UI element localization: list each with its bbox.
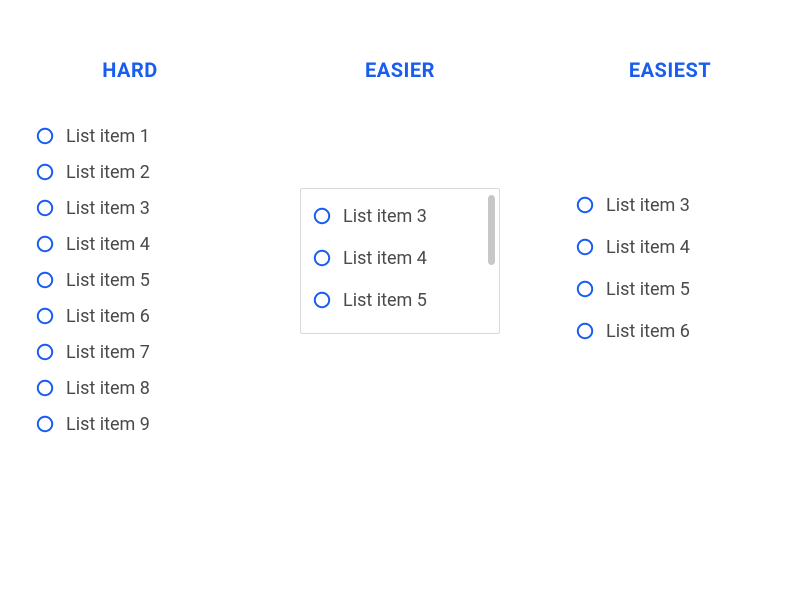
radio-icon (36, 343, 54, 361)
list-item[interactable]: List item 3 (576, 188, 770, 222)
radio-icon (36, 415, 54, 433)
easier-scroll-box[interactable]: List item 3 List item 4 List item 5 List… (300, 188, 500, 334)
radio-icon (36, 307, 54, 325)
list-item-label: List item 7 (66, 342, 150, 363)
list-item[interactable]: List item 9 (36, 410, 230, 438)
list-item[interactable]: List item 6 (313, 325, 489, 334)
list-item[interactable]: List item 4 (313, 241, 489, 275)
list-item-label: List item 9 (66, 414, 150, 435)
column-hard-header: HARD (102, 58, 158, 82)
column-easier-header: EASIER (365, 58, 435, 82)
radio-icon (576, 196, 594, 214)
list-item[interactable]: List item 3 (313, 199, 489, 233)
list-item-label: List item 5 (66, 270, 150, 291)
list-item[interactable]: List item 6 (576, 314, 770, 348)
list-item-label: List item 3 (343, 206, 427, 227)
hard-list: List item 1 List item 2 List item 3 List… (30, 122, 230, 438)
list-item[interactable]: List item 4 (36, 230, 230, 258)
radio-icon (36, 379, 54, 397)
list-item[interactable]: List item 7 (36, 338, 230, 366)
list-item[interactable]: List item 4 (576, 230, 770, 264)
list-item[interactable]: List item 1 (36, 122, 230, 150)
radio-icon (576, 238, 594, 256)
list-item-label: List item 4 (66, 234, 150, 255)
list-item[interactable]: List item 5 (313, 283, 489, 317)
column-easiest-header: EASIEST (629, 58, 711, 82)
list-item[interactable]: List item 3 (36, 194, 230, 222)
columns-container: HARD List item 1 List item 2 List item 3… (30, 58, 770, 600)
list-item-label: List item 6 (66, 306, 150, 327)
radio-icon (576, 280, 594, 298)
column-easiest: EASIEST List item 3 List item 4 List ite… (570, 58, 770, 600)
radio-icon (313, 333, 331, 334)
list-item[interactable]: List item 5 (36, 266, 230, 294)
easiest-list: List item 3 List item 4 List item 5 List… (570, 188, 770, 348)
list-item[interactable]: List item 5 (576, 272, 770, 306)
list-item-label: List item 6 (606, 321, 690, 342)
list-item-label: List item 6 (343, 332, 427, 335)
list-item[interactable]: List item 8 (36, 374, 230, 402)
list-item[interactable]: List item 2 (36, 158, 230, 186)
radio-icon (36, 127, 54, 145)
scrollbar-thumb[interactable] (488, 195, 495, 265)
list-item-label: List item 3 (606, 195, 690, 216)
radio-icon (36, 163, 54, 181)
list-item-label: List item 2 (66, 162, 150, 183)
radio-icon (36, 199, 54, 217)
list-item[interactable]: List item 6 (36, 302, 230, 330)
list-item-label: List item 4 (343, 248, 427, 269)
radio-icon (36, 271, 54, 289)
radio-icon (313, 291, 331, 309)
column-easier: EASIER List item 3 List item 4 List item… (300, 58, 500, 600)
list-item-label: List item 5 (343, 290, 427, 311)
column-hard: HARD List item 1 List item 2 List item 3… (30, 58, 230, 600)
list-item-label: List item 1 (66, 126, 150, 147)
list-item-label: List item 4 (606, 237, 690, 258)
radio-icon (576, 322, 594, 340)
radio-icon (36, 235, 54, 253)
radio-icon (313, 249, 331, 267)
easier-list: List item 3 List item 4 List item 5 List… (313, 199, 489, 334)
list-item-label: List item 5 (606, 279, 690, 300)
list-item-label: List item 8 (66, 378, 150, 399)
radio-icon (313, 207, 331, 225)
list-item-label: List item 3 (66, 198, 150, 219)
